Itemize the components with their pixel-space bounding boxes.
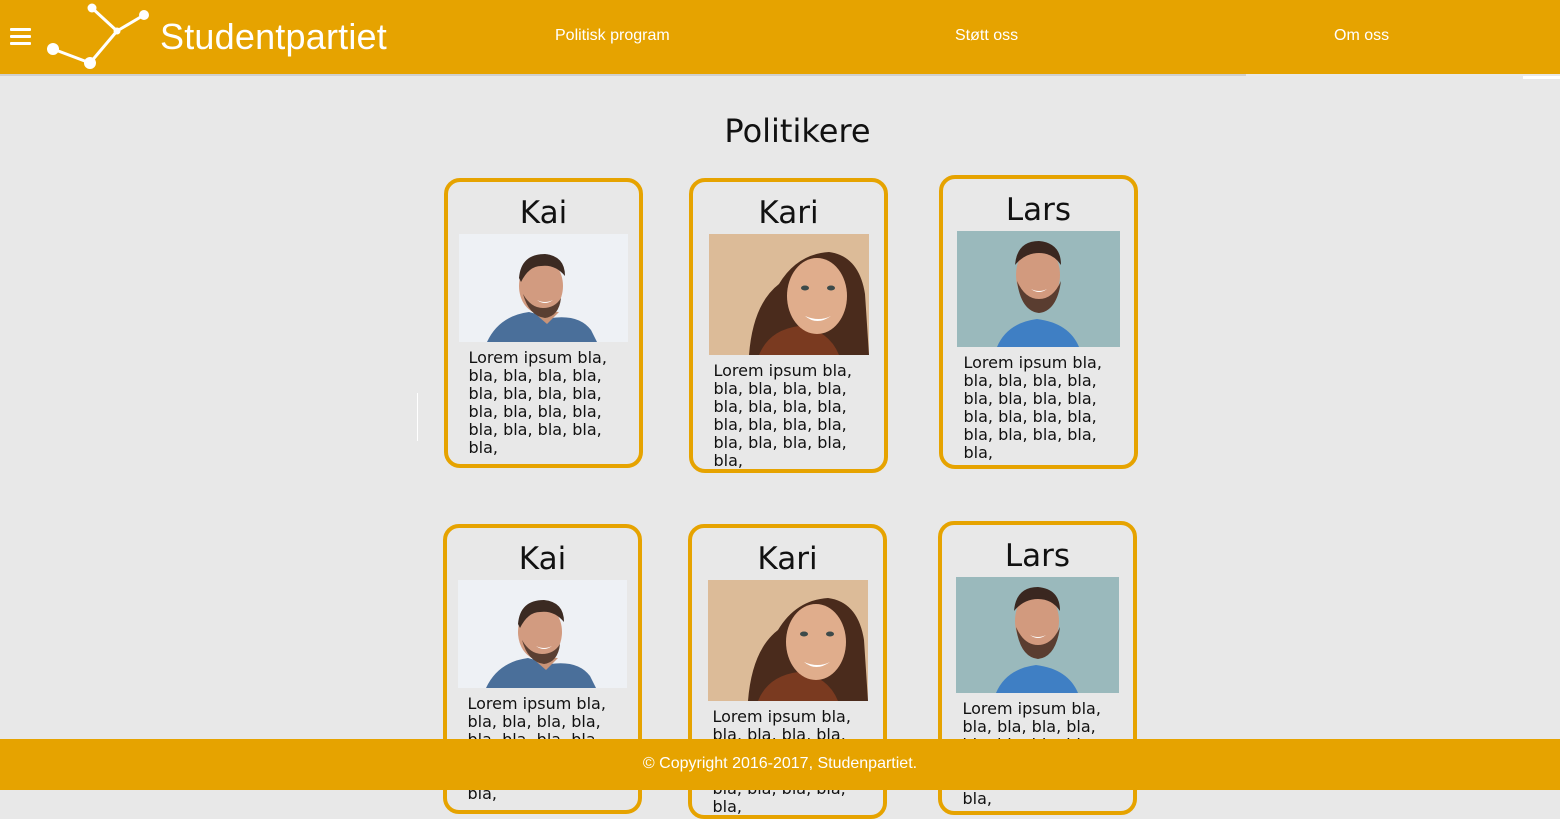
politician-card-kari[interactable]: Kari Lorem ipsum bla, bla, bla, bla, bla… bbox=[689, 178, 888, 473]
card-name: Kari bbox=[757, 541, 818, 577]
card-name: Lars bbox=[1004, 538, 1071, 574]
smiling-woman-photo bbox=[707, 580, 868, 701]
card-name: Lars bbox=[1005, 192, 1072, 228]
bearded-man-photo bbox=[956, 577, 1119, 693]
smiling-woman-photo bbox=[708, 234, 869, 355]
card-description: Lorem ipsum bla, bla, bla, bla, bla, bla… bbox=[468, 348, 607, 457]
header-divider-accent bbox=[1523, 76, 1560, 79]
card-name: Kai bbox=[518, 541, 567, 577]
site-footer: © Copyright 2016-2017, Studenpartiet. bbox=[0, 739, 1560, 790]
nav-om-oss[interactable]: Om oss bbox=[1334, 26, 1389, 46]
page-title: Politikere bbox=[724, 112, 871, 150]
card-name: Kai bbox=[519, 195, 568, 231]
nav-stott-oss[interactable]: Støtt oss bbox=[955, 26, 1018, 46]
smiling-man-photo bbox=[459, 234, 628, 342]
network-nodes-icon bbox=[47, 3, 149, 69]
divider bbox=[417, 393, 418, 441]
card-name: Kari bbox=[758, 195, 819, 231]
hamburger-menu-icon[interactable] bbox=[10, 28, 31, 46]
smiling-man-photo bbox=[458, 580, 627, 688]
politician-card-kai[interactable]: Kai Lorem ipsum bla, bla, bla, bla, bla,… bbox=[444, 178, 643, 468]
card-description: Lorem ipsum bla, bla, bla, bla, bla, bla… bbox=[963, 353, 1102, 462]
site-brand[interactable]: Studentpartiet bbox=[160, 16, 387, 58]
header-divider bbox=[0, 74, 1246, 76]
site-header: Studentpartiet Politisk program Støtt os… bbox=[0, 0, 1560, 74]
card-description: Lorem ipsum bla, bla, bla, bla, bla, bla… bbox=[713, 361, 852, 470]
bearded-man-photo bbox=[957, 231, 1120, 347]
copyright-text: © Copyright 2016-2017, Studenpartiet. bbox=[642, 755, 918, 772]
politician-card-lars[interactable]: Lars Lorem ipsum bla, bla, bla, bla, bla… bbox=[939, 175, 1138, 469]
nav-politisk-program[interactable]: Politisk program bbox=[555, 26, 670, 46]
